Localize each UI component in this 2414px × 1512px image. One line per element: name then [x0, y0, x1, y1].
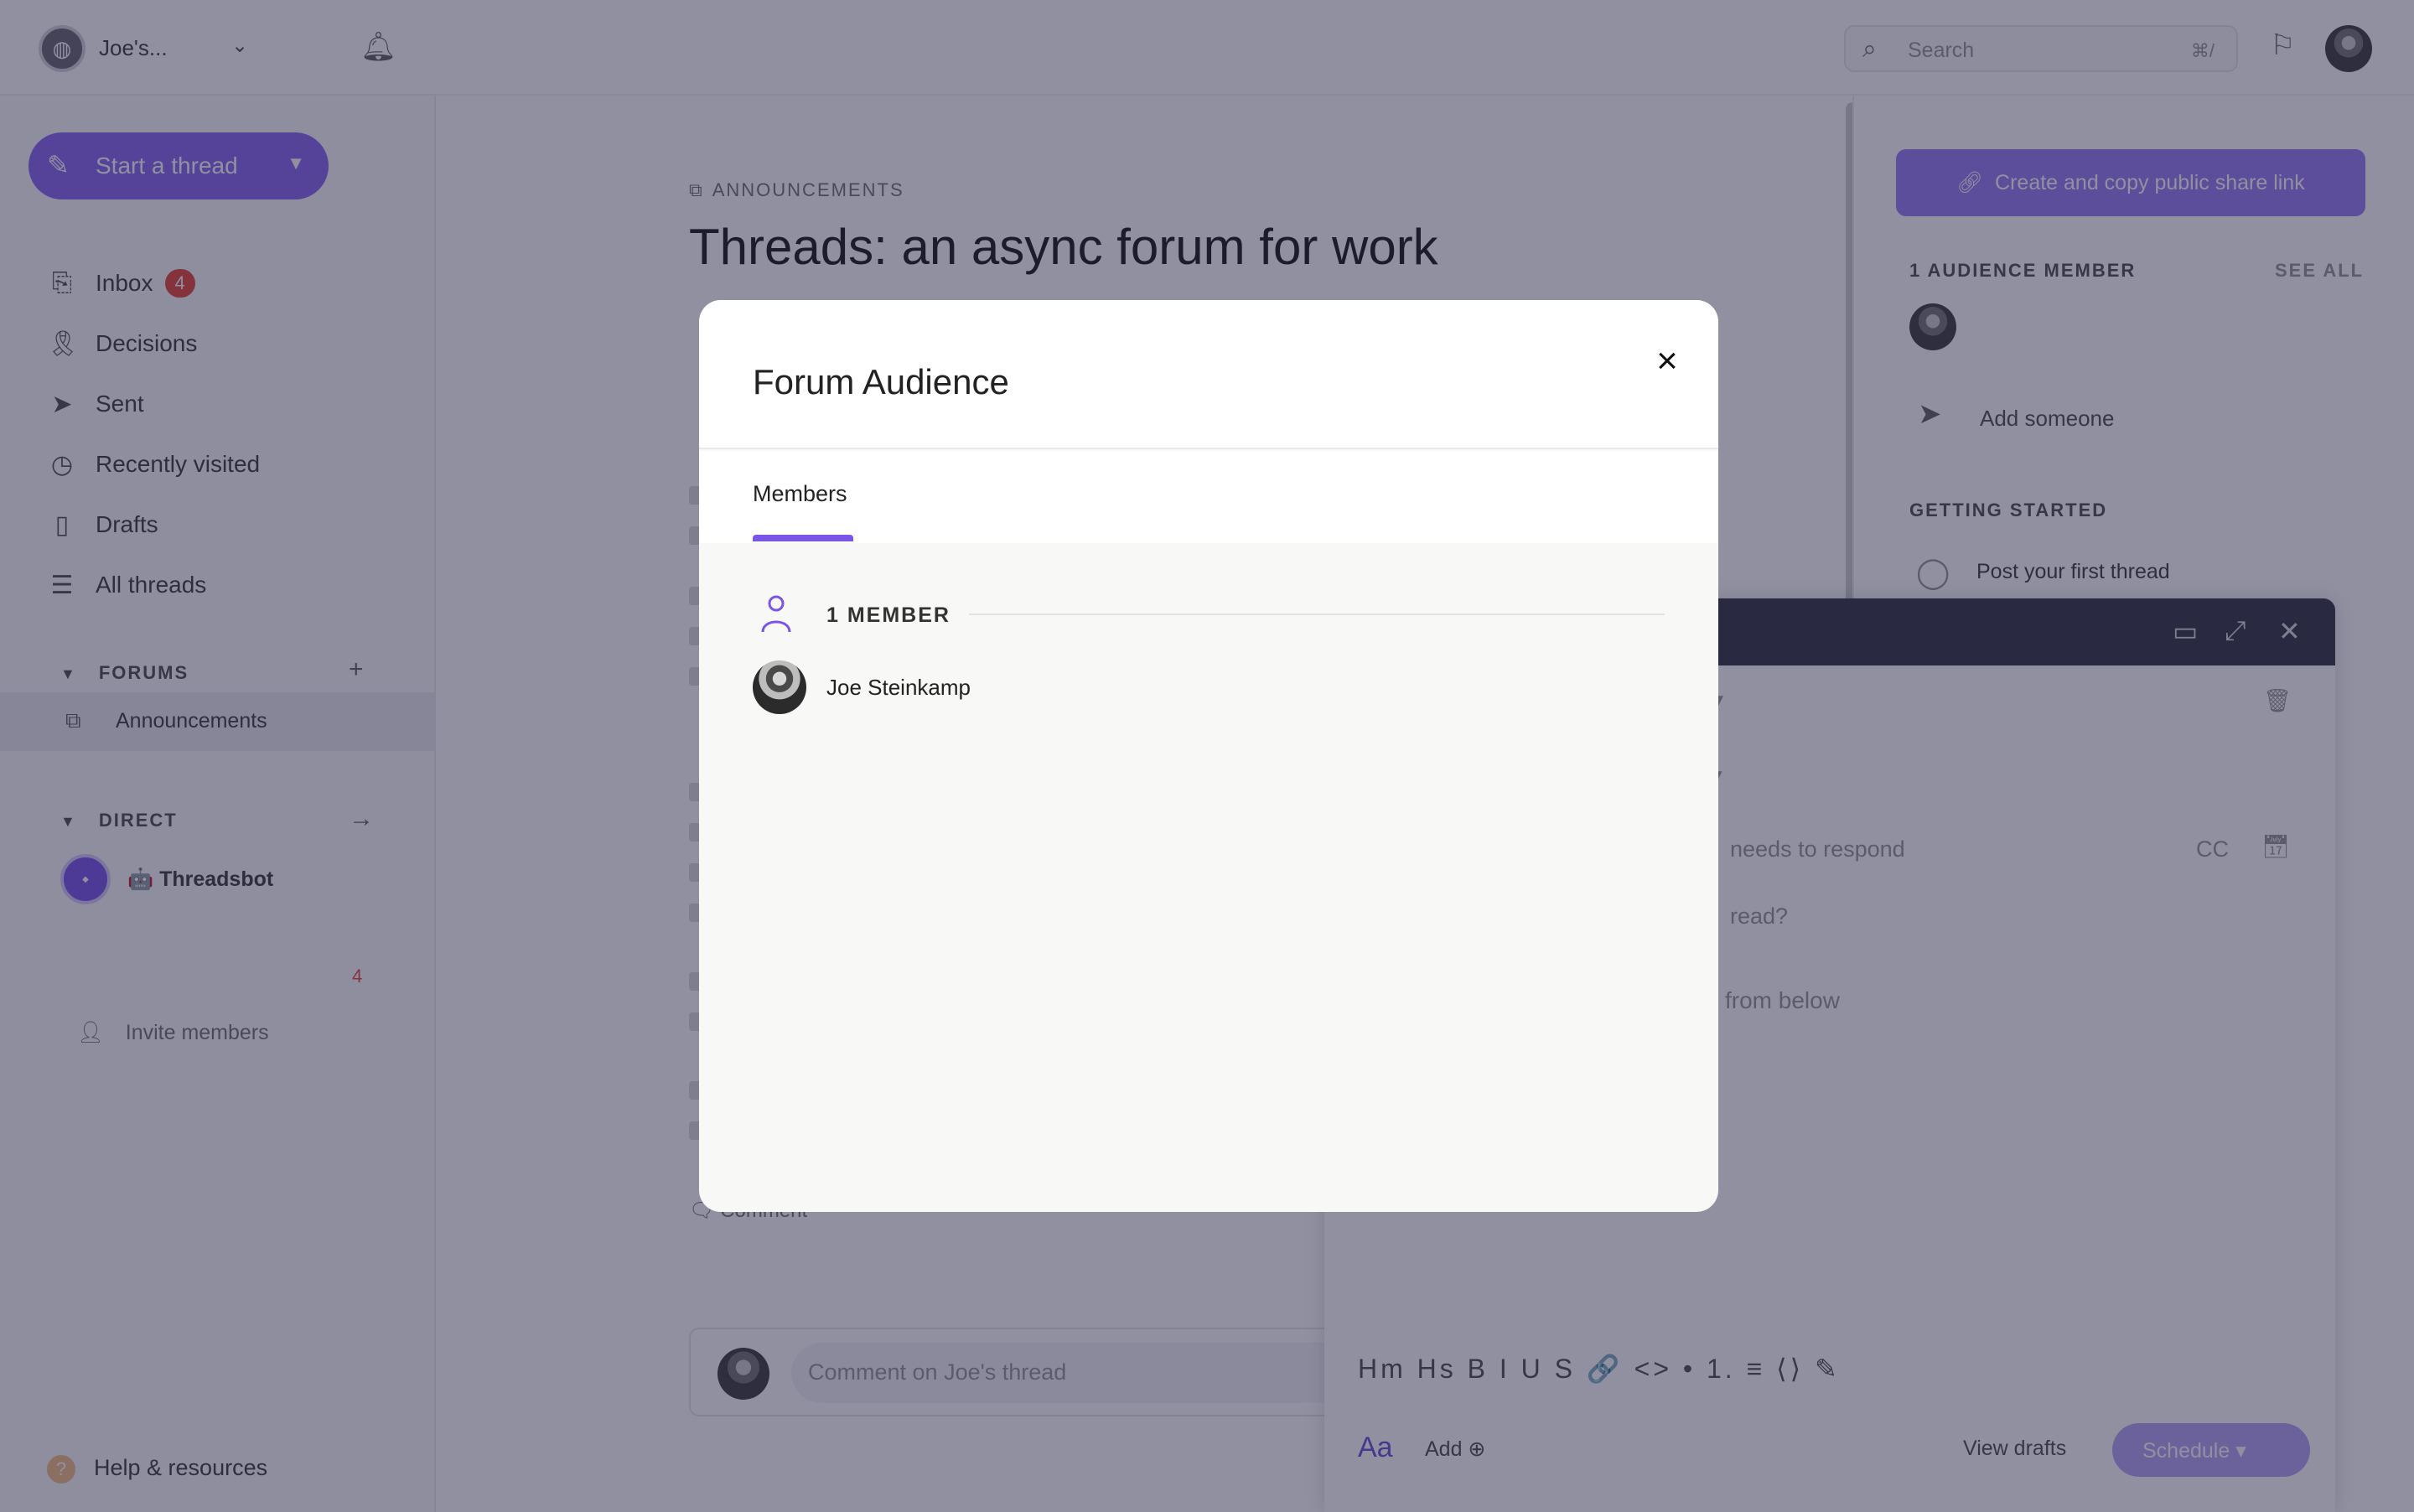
dialog-tabs: Members — [699, 451, 1718, 543]
dialog-header: Forum Audience × — [699, 300, 1718, 449]
member-count: 1 MEMBER — [826, 603, 951, 627]
active-tab-indicator — [753, 535, 853, 541]
member-count-header: 1 MEMBER — [753, 593, 1666, 635]
person-icon — [761, 595, 791, 633]
app-root: ◍ Joe's... ⌄ 🔔︎ ⌕ Search ⌘/ ⚐ ✎ Start a … — [0, 0, 2414, 1512]
member-name: Joe Steinkamp — [826, 674, 971, 700]
close-icon[interactable]: × — [1646, 340, 1688, 382]
list-item[interactable]: Joe Steinkamp — [753, 660, 971, 714]
tab-members[interactable]: Members — [753, 481, 847, 507]
avatar — [753, 660, 806, 714]
divider — [969, 614, 1665, 615]
forum-audience-dialog: Forum Audience × Members 1 MEMBER Joe St… — [699, 300, 1718, 1212]
dialog-title: Forum Audience — [753, 362, 1009, 401]
